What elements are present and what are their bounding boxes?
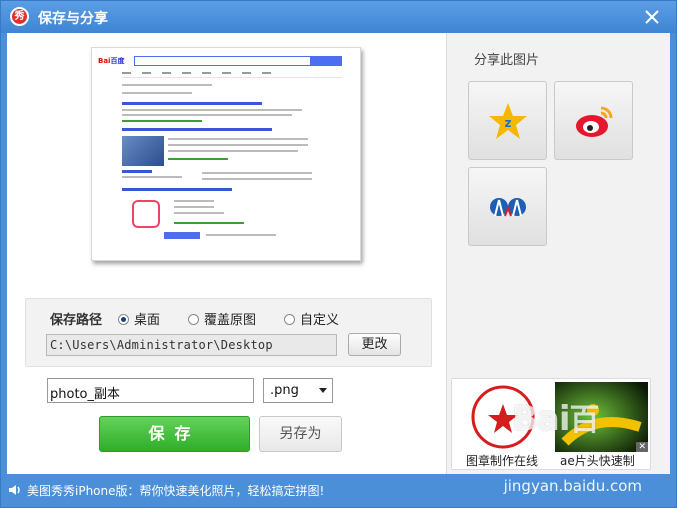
preview-search-box [134,56,312,66]
preview-search-button [310,56,342,66]
change-path-button[interactable]: 更改 [348,333,401,356]
close-button[interactable] [640,5,664,29]
share-title: 分享此图片 [474,53,540,68]
baidu-watermark-logo: Bai百 [512,399,600,439]
save-button[interactable]: 保存 [99,416,250,452]
file-name-input[interactable]: photo_副本 [47,378,254,403]
save-path-group: 保存路径 桌面 覆盖原图 自定义 C:\Users\Administrator\… [25,298,432,367]
meitu-logo-icon: 秀 [10,7,29,26]
watermark-text: jingyan.baidu.com [503,477,642,495]
radio-desktop-label: 桌面 [134,313,161,328]
share-qzone-button[interactable]: z [468,81,547,160]
save-panel: Bai百度 保存路径 桌面 覆盖原图 自定义 C:\Users\Administ… [7,33,446,474]
svg-text:z: z [505,116,512,130]
share-weibo-button[interactable] [554,81,633,160]
preview-app-icon [132,200,160,228]
thumbnail-seal-label: 图章制作在线 [466,454,539,468]
thumbnail-ae-label: ae片头快速制 [560,454,635,468]
radio-overwrite-label: 覆盖原图 [204,313,257,328]
chevron-down-icon [319,388,327,393]
speaker-icon [9,485,20,495]
radio-custom[interactable]: 自定义 [284,309,339,328]
status-bar: 美图秀秀iPhone版：帮你快速美化照片，轻松搞定拼图! jingyan.bai… [1,475,676,507]
save-as-button[interactable]: 另存为 [259,416,342,452]
radio-unselected-icon [284,314,295,325]
save-share-dialog: 秀 保存与分享 Bai百度 保存路径 桌面 覆盖原图 自定义 C:\Users\… [0,0,677,508]
radio-unselected-icon [188,314,199,325]
save-path-field[interactable]: C:\Users\Administrator\Desktop [46,334,337,356]
close-icon [645,10,659,24]
radio-overwrite[interactable]: 覆盖原图 [188,309,256,328]
format-select[interactable]: .png [263,378,333,403]
radio-desktop[interactable]: 桌面 [118,309,160,328]
weibo-icon [576,106,613,137]
radio-selected-icon [118,314,129,325]
window-title: 保存与分享 [38,11,108,27]
ad-close-icon[interactable]: ✕ [636,442,648,452]
title-bar: 秀 保存与分享 [1,1,676,33]
image-preview: Bai百度 [91,47,361,261]
radio-custom-label: 自定义 [300,313,340,328]
share-renren-button[interactable] [468,167,547,246]
preview-search-logo: Bai百度 [98,57,125,65]
renren-icon [490,198,526,217]
save-path-label: 保存路径 [50,313,103,328]
qzone-icon: z [489,103,527,139]
format-select-value: .png [270,383,299,398]
status-promo-link[interactable]: 美图秀秀iPhone版：帮你快速美化照片，轻松搞定拼图! [27,482,324,499]
preview-tabs [122,70,342,78]
